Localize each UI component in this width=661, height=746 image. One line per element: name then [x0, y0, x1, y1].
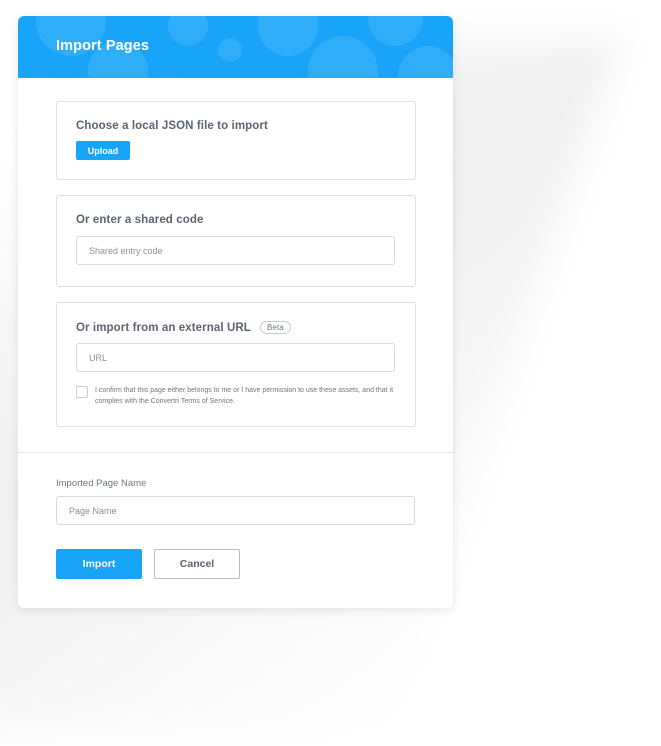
shared-code-input[interactable] [76, 236, 395, 265]
header-decoration [218, 38, 242, 62]
cancel-button[interactable]: Cancel [154, 549, 240, 579]
import-pages-dialog: Import Pages Choose a local JSON file to… [18, 16, 453, 608]
header-decoration [308, 36, 378, 78]
confirm-checkbox[interactable] [76, 386, 88, 398]
upload-card: Choose a local JSON file to import Uploa… [56, 101, 416, 180]
page-name-label: Imported Page Name [56, 478, 147, 489]
dialog-header: Import Pages [18, 16, 453, 78]
header-decoration [168, 16, 208, 46]
header-decoration [258, 16, 318, 56]
header-decoration [368, 16, 423, 46]
url-card-heading-text: Or import from an external URL [76, 322, 251, 334]
shared-code-heading: Or enter a shared code [76, 214, 204, 226]
confirm-text: I confirm that this page either belongs … [95, 387, 394, 405]
dialog-title: Import Pages [56, 38, 150, 54]
upload-card-heading: Choose a local JSON file to import [76, 120, 268, 132]
import-button[interactable]: Import [56, 549, 142, 579]
section-divider [18, 452, 453, 453]
url-card-heading: Or import from an external URL Beta [76, 321, 291, 334]
header-decoration [398, 46, 453, 78]
shared-code-card: Or enter a shared code [56, 195, 416, 287]
url-card: Or import from an external URL Beta I co… [56, 302, 416, 427]
page-name-input[interactable] [56, 496, 415, 525]
beta-badge: Beta [259, 321, 291, 334]
upload-button[interactable]: Upload [76, 141, 130, 160]
url-input[interactable] [76, 343, 395, 372]
